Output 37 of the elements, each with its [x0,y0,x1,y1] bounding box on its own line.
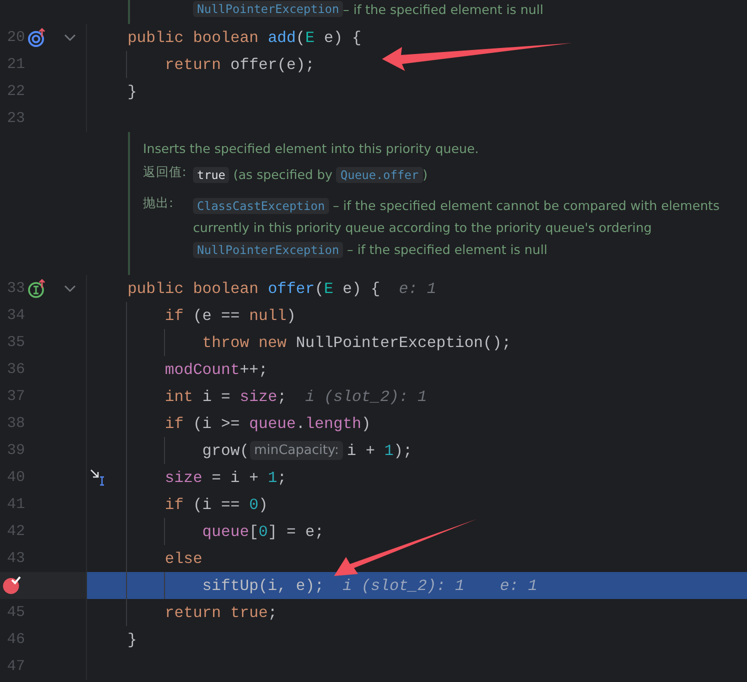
doc-label: 返回值: [143,164,188,181]
code-text: else [164,550,202,568]
code-text: return offer(e); [164,56,315,74]
code-text: int i = size; [164,388,287,406]
code-text: queue[0] = e; [202,522,324,540]
chevron-down-icon[interactable] [64,33,76,42]
doc-text: true (as specified by Queue.offer ) [193,164,747,186]
code-link[interactable]: NullPointerException [193,1,344,17]
code-text: throw new NullPointerException(); [202,334,512,352]
doc-text: ClassCastException – if the specified element cannot be compared with elements currently in this priority queue according to the priority queue's ordering [193,196,721,237]
code-text: public boolean offer(E e) { [127,280,380,298]
code-text: if (i >= queue.length) [164,414,371,432]
code-link[interactable]: ClassCastException [193,198,329,214]
code-text: if (e == null) [164,306,296,324]
inlay-hint: e: 1 [398,280,436,298]
inlay-hint: i (slot_2): 1 [342,576,464,594]
code-link[interactable]: Queue.offer [336,167,423,183]
doc-text: – if the specified element is null [343,2,544,16]
code-link[interactable]: NullPointerException [193,242,344,258]
code-text: if (i == 0) [164,496,268,514]
doc-summary: Inserts the specified element into this priority queue. [143,141,480,156]
chevron-down-icon[interactable] [64,284,76,293]
code-text: i + 1); [346,442,412,460]
code-text: } [127,630,137,648]
code-text: } [127,82,137,100]
code-tag: true [193,167,230,183]
code-text: siftUp(i, e); [202,576,324,594]
code-text: public boolean add(E e) { [127,28,362,46]
doc-label: 抛出: [143,194,174,212]
inlay-hint: e: 1 [500,576,538,594]
code-text: return true; [164,604,278,622]
code-text: size = i + 1; [164,468,287,486]
parameter-hint: minCapacity: [250,441,343,460]
doc-text: NullPointerException – if the specified element is null [193,238,747,261]
inlay-hint: i (slot_2): 1 [305,388,427,406]
code-text: grow( [202,442,250,460]
code-text: modCount++; [164,360,268,378]
